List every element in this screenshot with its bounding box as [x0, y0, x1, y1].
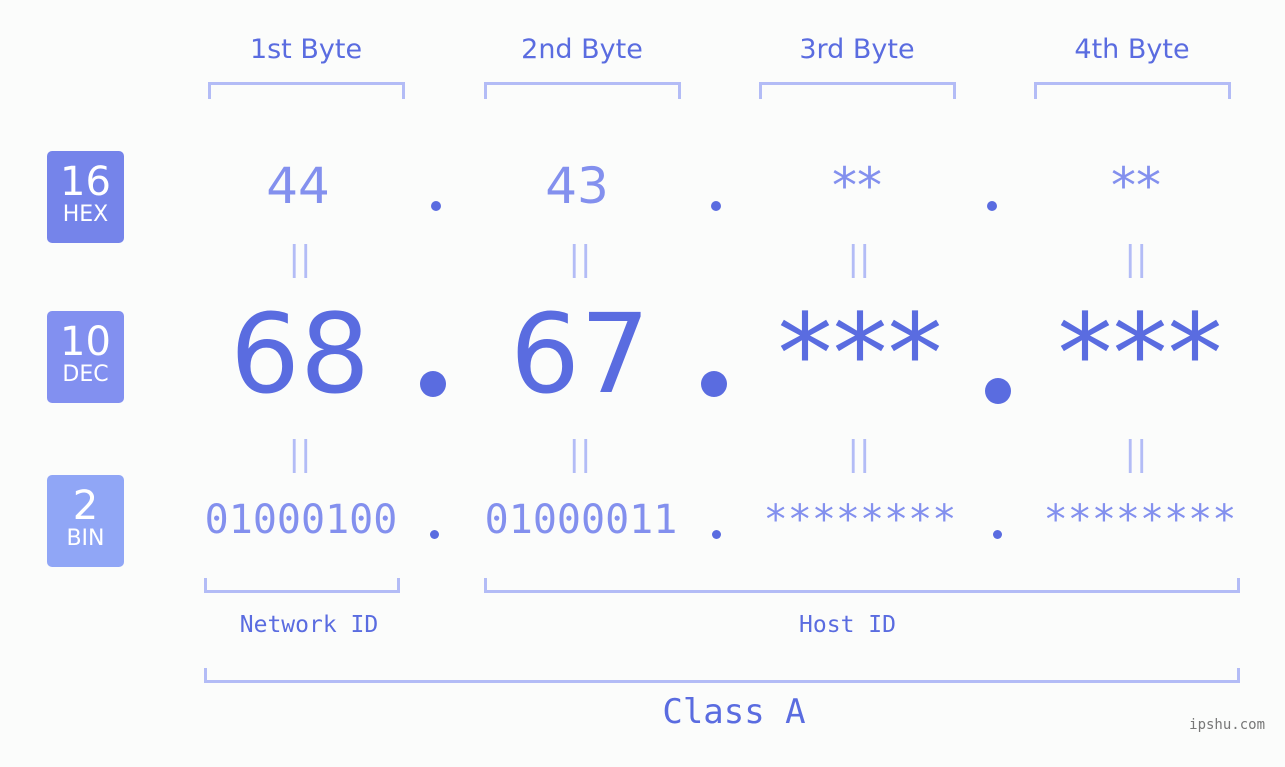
hex-byte-4: ** [1111, 157, 1161, 215]
bin-byte-2: 01000011 [484, 497, 678, 543]
watermark: ipshu.com [1189, 717, 1265, 733]
dec-byte-1: 68 [230, 290, 370, 418]
dec-badge: 10 DEC [47, 311, 124, 403]
dec-dot-1 [420, 371, 446, 397]
equals-sign: || [288, 239, 312, 279]
hex-dot-3 [987, 201, 997, 211]
equals-sign: || [847, 434, 871, 474]
bin-dot-1 [430, 530, 439, 539]
hex-badge-number: 16 [60, 159, 111, 205]
byte-bracket-4 [1034, 82, 1231, 99]
byte-bracket-3 [759, 82, 956, 99]
hex-byte-1: 44 [266, 157, 330, 215]
hex-byte-2: 43 [545, 157, 609, 215]
equals-sign: || [288, 434, 312, 474]
byte-header-3: 3rd Byte [799, 34, 915, 65]
class-label: Class A [662, 692, 806, 732]
hex-badge: 16 HEX [47, 151, 124, 243]
hex-byte-3: ** [832, 157, 882, 215]
equals-sign: || [568, 239, 592, 279]
dec-dot-3 [985, 378, 1011, 404]
byte-header-4: 4th Byte [1074, 34, 1190, 65]
equals-sign: || [1124, 434, 1148, 474]
equals-sign: || [847, 239, 871, 279]
hex-dot-1 [431, 201, 441, 211]
dec-badge-number: 10 [60, 319, 111, 365]
bin-byte-1: 01000100 [204, 497, 398, 543]
bin-byte-3: ******** [763, 497, 957, 543]
bin-byte-4: ******** [1043, 497, 1237, 543]
bin-dot-2 [712, 530, 721, 539]
host-id-bracket [484, 578, 1240, 593]
hex-dot-2 [711, 201, 721, 211]
dec-byte-3: *** [777, 290, 943, 418]
byte-header-2: 2nd Byte [521, 34, 643, 65]
dec-badge-label: DEC [62, 362, 109, 387]
equals-sign: || [568, 434, 592, 474]
equals-sign: || [1124, 239, 1148, 279]
network-id-label: Network ID [239, 612, 379, 638]
hex-badge-label: HEX [62, 202, 109, 227]
byte-header-1: 1st Byte [249, 34, 363, 65]
network-id-bracket [204, 578, 400, 593]
dec-dot-2 [701, 371, 727, 397]
bin-badge-number: 2 [72, 483, 99, 529]
byte-bracket-2 [484, 82, 681, 99]
byte-bracket-1 [208, 82, 405, 99]
bin-dot-3 [993, 530, 1002, 539]
class-bracket [204, 668, 1240, 683]
bin-badge-label: BIN [66, 526, 105, 551]
bin-badge: 2 BIN [47, 475, 124, 567]
dec-byte-4: *** [1057, 290, 1223, 418]
host-id-label: Host ID [799, 612, 896, 638]
dec-byte-2: 67 [510, 290, 650, 418]
